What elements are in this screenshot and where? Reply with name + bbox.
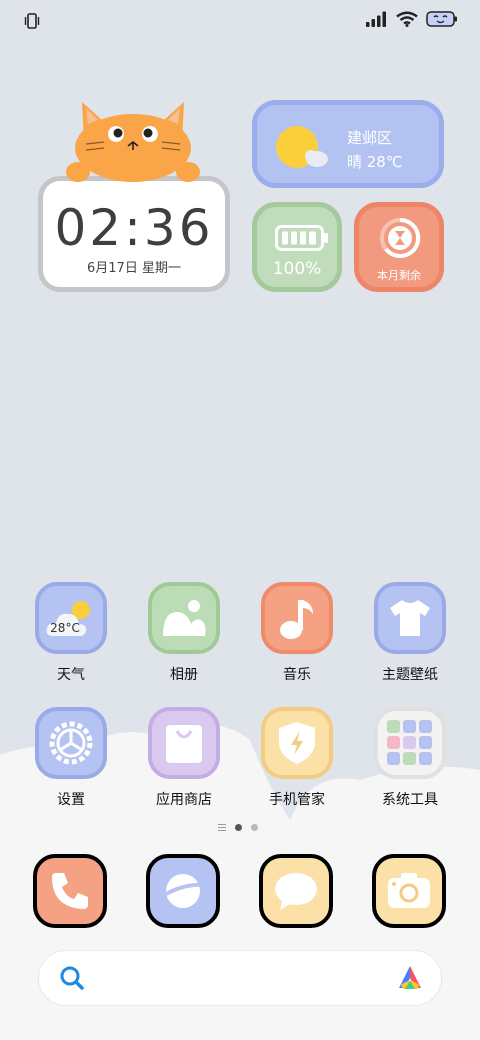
page-list-icon[interactable] <box>218 824 226 831</box>
sunny-cloud-icon <box>276 126 328 168</box>
gallery-icon <box>148 582 220 654</box>
battery-percent: 100% <box>272 259 322 279</box>
cat-icon <box>66 102 200 182</box>
music-icon <box>261 582 333 654</box>
security-icon <box>261 707 333 779</box>
clock-date: 6月17日 星期一 <box>87 261 181 276</box>
browser-icon[interactable] <box>146 854 220 928</box>
app-label: 音乐 <box>283 667 311 683</box>
page-dot[interactable] <box>251 824 258 831</box>
clock-widget[interactable]: 02:36 6月17日 星期一 <box>38 176 230 292</box>
app-label: 应用商店 <box>156 792 212 808</box>
weather-location: 建邺区 <box>347 129 393 147</box>
settings-icon <box>35 707 107 779</box>
app-theme[interactable]: 主题壁纸 <box>372 582 448 684</box>
weather-icon: 28°C <box>35 582 107 654</box>
status-icons <box>366 10 458 32</box>
tools-folder-icon <box>374 707 446 779</box>
weather-widget[interactable]: 建邺区 晴 28℃ <box>252 100 444 188</box>
app-music[interactable]: 音乐 <box>259 582 335 684</box>
battery-full-icon <box>275 225 328 251</box>
signal-icon <box>366 11 388 31</box>
app-gallery[interactable]: 相册 <box>146 582 222 684</box>
app-tools-folder[interactable]: 系统工具 <box>372 707 448 809</box>
search-icon[interactable] <box>59 965 85 991</box>
month-remaining-widget[interactable]: 本月剩余 <box>354 202 444 292</box>
vibrate-icon <box>24 12 40 30</box>
weather-condition: 晴 28℃ <box>347 153 403 171</box>
app-label: 设置 <box>57 792 85 808</box>
assistant-icon[interactable] <box>395 963 425 993</box>
app-store-icon <box>148 707 220 779</box>
clock-time: 02:36 <box>54 199 214 257</box>
weather-badge: 28°C <box>50 621 80 635</box>
app-label: 天气 <box>57 667 85 683</box>
hourglass-icon <box>380 217 421 258</box>
theme-icon <box>374 582 446 654</box>
app-settings[interactable]: 设置 <box>33 707 109 809</box>
search-bar[interactable] <box>38 950 442 1006</box>
messages-icon[interactable] <box>259 854 333 928</box>
month-label: 本月剩余 <box>377 269 421 282</box>
app-security[interactable]: 手机管家 <box>259 707 335 809</box>
app-label: 系统工具 <box>382 792 438 808</box>
app-store[interactable]: 应用商店 <box>146 707 222 809</box>
app-label: 主题壁纸 <box>382 667 438 683</box>
battery-widget[interactable]: 100% <box>252 202 342 292</box>
phone-icon[interactable] <box>33 854 107 928</box>
page-indicator[interactable] <box>218 824 258 831</box>
wifi-icon <box>396 11 418 31</box>
page-dot-active[interactable] <box>235 824 242 831</box>
camera-icon[interactable] <box>372 854 446 928</box>
app-label: 手机管家 <box>269 792 325 808</box>
app-weather[interactable]: 28°C 天气 <box>33 582 109 684</box>
app-label: 相册 <box>170 667 198 683</box>
battery-face-icon <box>426 10 458 32</box>
